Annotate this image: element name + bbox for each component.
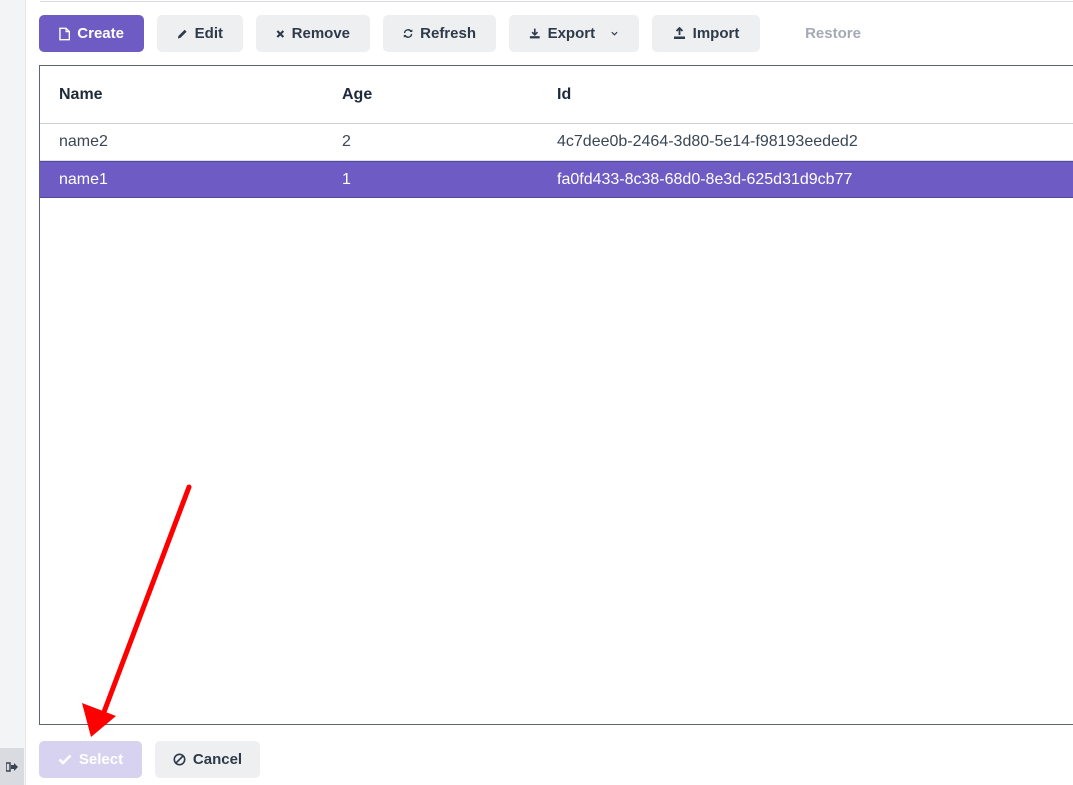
- create-button[interactable]: Create: [39, 15, 144, 52]
- logout-icon: [6, 761, 18, 772]
- refresh-label: Refresh: [420, 25, 476, 42]
- column-header-name[interactable]: Name: [59, 66, 103, 123]
- logout-button[interactable]: [0, 748, 24, 785]
- x-icon: [276, 29, 285, 38]
- column-header-age[interactable]: Age: [342, 66, 372, 123]
- cancel-label: Cancel: [192, 751, 243, 768]
- column-header-id[interactable]: Id: [557, 66, 571, 123]
- edit-button[interactable]: Edit: [157, 15, 243, 52]
- cell-age: 2: [342, 133, 351, 150]
- remove-label: Remove: [291, 25, 350, 42]
- cell-id: 4c7dee0b-2464-3d80-5e14-f98193eeded2: [557, 133, 858, 150]
- cancel-icon: [173, 753, 186, 766]
- table-row-selected[interactable]: name1 1 fa0fd433-8c38-68d0-8e3d-625d31d9…: [40, 161, 1073, 198]
- data-grid: Name Age Id name2 2 4c7dee0b-2464-3d80-5…: [39, 65, 1073, 725]
- dialog-footer: Select Cancel: [39, 741, 260, 778]
- remove-button[interactable]: Remove: [256, 15, 370, 52]
- download-icon: [529, 28, 540, 39]
- chevron-down-icon: [611, 31, 618, 36]
- file-icon: [59, 27, 71, 40]
- export-button[interactable]: Export: [509, 15, 639, 52]
- top-divider: [40, 0, 1073, 2]
- select-label: Select: [78, 751, 124, 768]
- restore-label: Restore: [805, 25, 861, 42]
- cancel-button[interactable]: Cancel: [155, 741, 260, 778]
- cell-name: name2: [59, 133, 108, 150]
- grid-header: Name Age Id: [40, 66, 1073, 124]
- upload-icon: [673, 27, 685, 39]
- select-button[interactable]: Select: [39, 741, 142, 778]
- import-button[interactable]: Import: [652, 15, 760, 52]
- refresh-icon: [403, 29, 413, 38]
- cell-id: fa0fd433-8c38-68d0-8e3d-625d31d9cb77: [557, 170, 853, 188]
- check-icon: [58, 754, 72, 765]
- pencil-icon: [177, 29, 187, 38]
- create-label: Create: [77, 25, 124, 42]
- restore-button[interactable]: Restore: [773, 15, 893, 52]
- import-label: Import: [692, 25, 740, 42]
- cell-name: name1: [59, 170, 108, 188]
- export-label: Export: [547, 25, 596, 42]
- edit-label: Edit: [194, 25, 223, 42]
- refresh-button[interactable]: Refresh: [383, 15, 496, 52]
- cell-age: 1: [342, 170, 351, 188]
- left-sidebar-strip: [0, 0, 26, 785]
- toolbar: Create Edit Remove Refresh Export Import…: [39, 15, 893, 52]
- table-row[interactable]: name2 2 4c7dee0b-2464-3d80-5e14-f98193ee…: [40, 124, 1073, 161]
